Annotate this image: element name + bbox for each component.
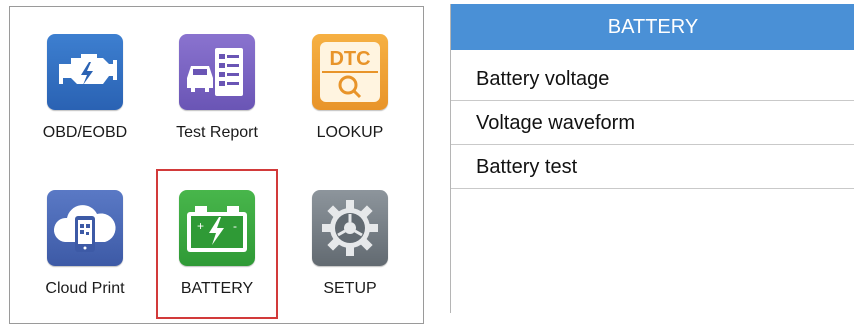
menu-label: SETUP (323, 280, 377, 297)
menu-label: Cloud Print (45, 280, 125, 297)
dtc-lookup-icon: DTC (312, 34, 388, 110)
screen-title: BATTERY (451, 4, 854, 50)
menu-item-battery-voltage[interactable]: Battery voltage (451, 57, 854, 101)
menu-label: LOOKUP (316, 124, 384, 141)
menu-tile-test-report[interactable]: Test Report (157, 34, 277, 142)
gear-icon (312, 190, 388, 266)
menu-item-battery-test[interactable]: Battery test (451, 145, 854, 189)
report-icon (179, 34, 255, 110)
selection-highlight (156, 169, 278, 319)
cloud-print-icon (47, 190, 123, 266)
engine-icon (47, 34, 123, 110)
menu-label: OBD/EOBD (42, 124, 128, 141)
menu-tile-setup[interactable]: SETUP (290, 190, 410, 298)
menu-tile-lookup[interactable]: DTC LOOKUP (290, 34, 410, 142)
menu-label: Test Report (176, 124, 258, 141)
menu-item-voltage-waveform[interactable]: Voltage waveform (451, 101, 854, 145)
battery-screen: BATTERY Battery voltage Voltage waveform… (450, 4, 854, 313)
menu-tile-obd[interactable]: OBD/EOBD (25, 34, 145, 142)
menu-tile-cloud-print[interactable]: Cloud Print (25, 190, 145, 298)
dtc-icon-text: DTC (329, 48, 370, 70)
